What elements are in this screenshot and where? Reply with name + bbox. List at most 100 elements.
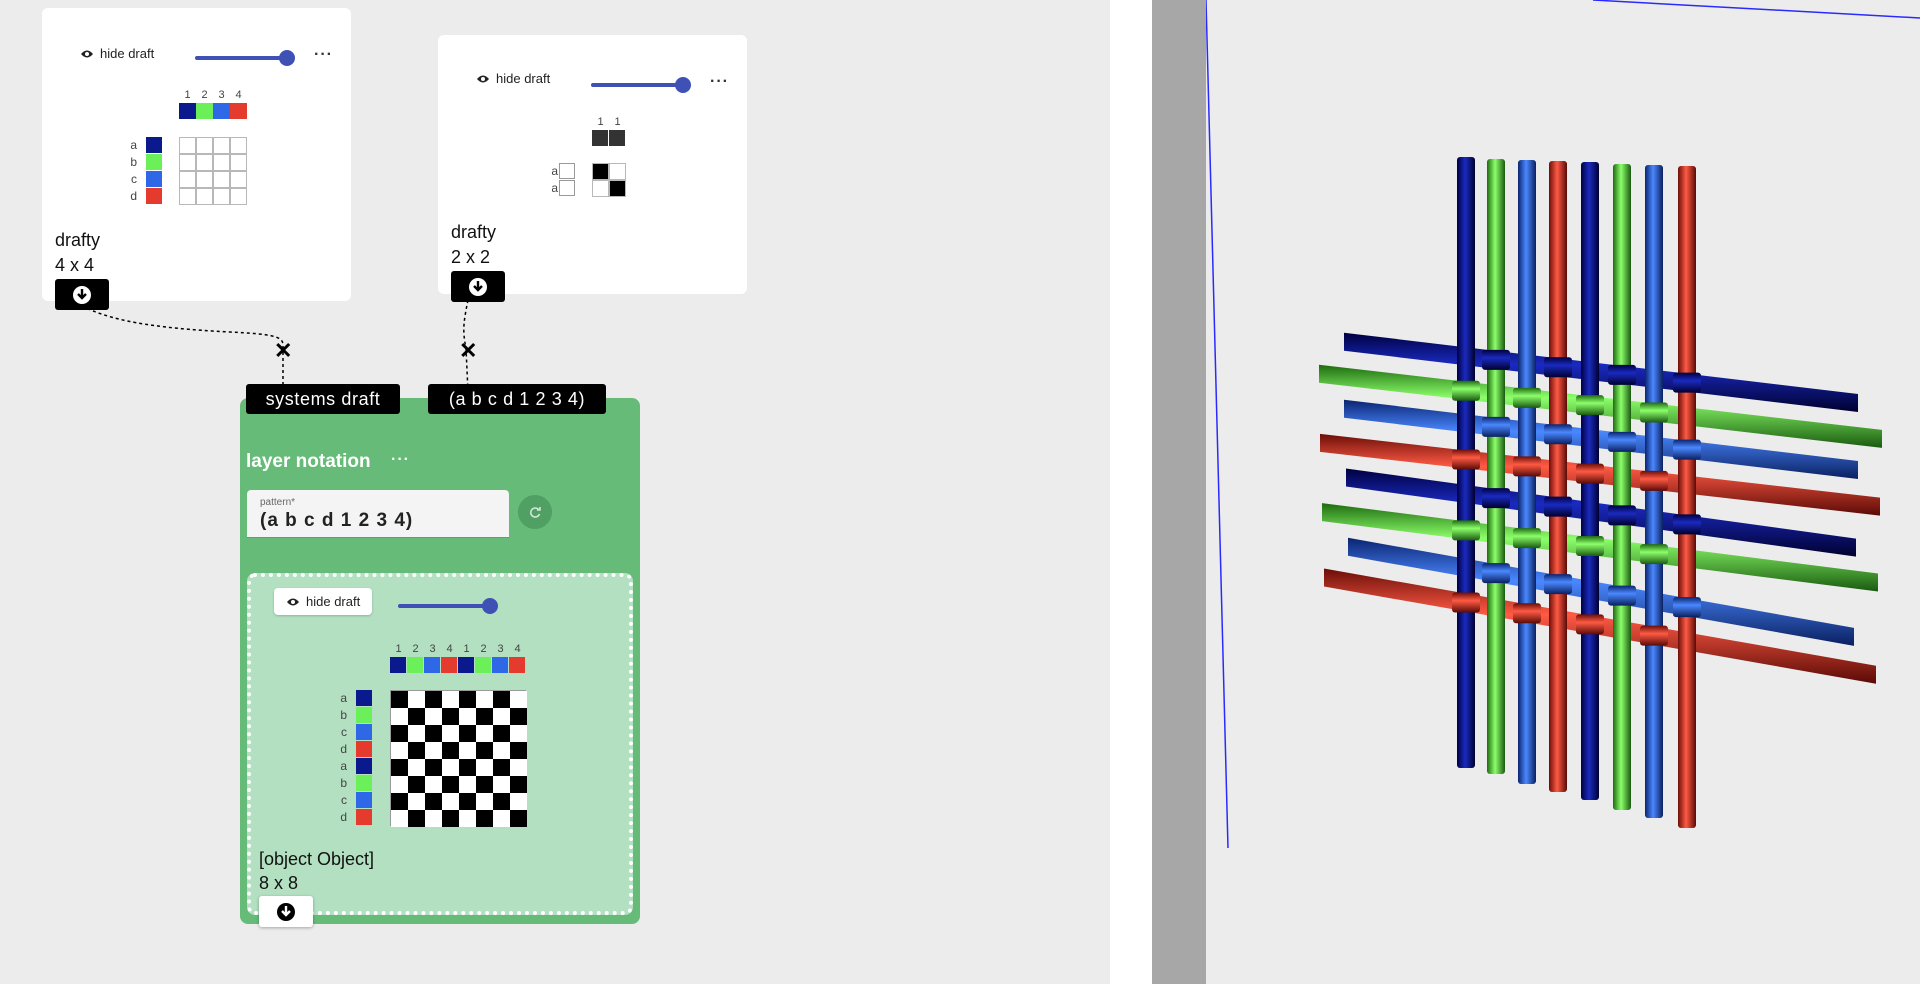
grid-cell[interactable] [510,708,527,725]
grid-cell[interactable] [476,810,493,827]
grid-cell[interactable] [442,759,459,776]
grid-cell[interactable] [459,810,476,827]
slider-knob[interactable] [482,598,498,614]
close-icon[interactable]: ✕ [459,340,477,362]
slider-knob[interactable] [675,77,691,93]
pattern-input[interactable]: pattern* (a b c d 1 2 3 4) [247,490,509,538]
grid-cell[interactable] [442,810,459,827]
grid-cell[interactable] [179,137,196,154]
grid-cell[interactable] [476,793,493,810]
grid-cell[interactable] [459,691,476,708]
grid-cell[interactable] [408,776,425,793]
weft-color-swatch[interactable] [356,707,372,723]
grid-cell[interactable] [230,171,247,188]
more-options-button[interactable]: ··· [710,73,729,91]
pattern-value[interactable]: (a b c d 1 2 3 4) [260,510,413,532]
grid-cell[interactable] [459,776,476,793]
grid-cell[interactable] [230,188,247,205]
grid-cell[interactable] [493,708,510,725]
weft-color-swatch[interactable] [356,690,372,706]
grid-cell[interactable] [510,742,527,759]
grid-cell[interactable] [408,793,425,810]
grid-cell[interactable] [442,708,459,725]
draft-card-2[interactable]: hide draft ··· 1 1 a a drafty 2 x 2 [438,35,747,294]
grid-cell[interactable] [213,154,230,171]
drawdown-grid[interactable] [390,690,527,827]
grid-cell[interactable] [408,759,425,776]
grid-cell[interactable] [476,691,493,708]
grid-cell[interactable] [196,137,213,154]
grid-cell[interactable] [391,810,408,827]
output-draft[interactable]: hide draft 12341234 abcdabcd [object Obj… [247,573,633,927]
weft-color-swatch[interactable] [146,188,162,204]
woven-structure-render[interactable] [1206,0,1920,984]
grid-cell[interactable] [493,793,510,810]
grid-cell[interactable] [391,759,408,776]
weft-color-swatch[interactable] [356,792,372,808]
grid-cell[interactable] [459,793,476,810]
warp-color-swatch[interactable] [509,657,525,673]
weft-color-swatch[interactable] [146,154,162,170]
grid-cell[interactable] [442,742,459,759]
grid-cell[interactable] [230,137,247,154]
grid-cell[interactable] [213,137,230,154]
weft-color-swatch[interactable] [356,758,372,774]
grid-cell[interactable] [442,691,459,708]
grid-cell[interactable] [408,708,425,725]
warp-color-swatch[interactable] [213,103,230,119]
grid-cell[interactable] [510,776,527,793]
grid-cell[interactable] [425,793,442,810]
grid-cell[interactable] [179,154,196,171]
draft-card-1[interactable]: hide draft ··· 1 2 3 4 a b c d drafty 4 … [42,8,351,301]
grid-cell[interactable] [476,725,493,742]
grid-cell[interactable] [493,742,510,759]
grid-cell[interactable] [459,759,476,776]
weft-color-swatch[interactable] [559,163,575,179]
warp-color-swatch[interactable] [196,103,213,119]
warp-color-swatch[interactable] [609,130,625,146]
hide-draft-button[interactable]: hide draft [274,588,373,615]
warp-color-swatch[interactable] [230,103,247,119]
download-button[interactable] [451,271,505,302]
grid-cell[interactable] [459,742,476,759]
grid-cell[interactable] [179,188,196,205]
grid-cell[interactable] [476,759,493,776]
draft-scale-slider[interactable] [591,77,691,93]
grid-cell[interactable] [476,708,493,725]
draft-scale-slider[interactable] [398,598,498,614]
grid-cell[interactable] [391,793,408,810]
warp-color-swatch[interactable] [407,657,423,673]
grid-cell[interactable] [493,759,510,776]
weft-color-swatch[interactable] [356,775,372,791]
weft-color-swatch[interactable] [356,741,372,757]
grid-cell[interactable] [425,759,442,776]
grid-cell[interactable] [391,708,408,725]
grid-cell[interactable] [230,154,247,171]
drawdown-grid[interactable] [179,137,247,205]
grid-cell[interactable] [493,725,510,742]
more-options-button[interactable]: ··· [314,46,333,64]
grid-cell[interactable] [391,776,408,793]
weft-color-swatch[interactable] [356,724,372,740]
grid-cell[interactable] [592,163,609,180]
grid-cell[interactable] [196,188,213,205]
grid-cell[interactable] [510,725,527,742]
inlet-systems-draft[interactable]: systems draft [246,384,400,414]
close-icon[interactable]: ✕ [274,340,292,362]
grid-cell[interactable] [391,742,408,759]
warp-color-swatch[interactable] [390,657,406,673]
grid-cell[interactable] [510,793,527,810]
weft-color-swatch[interactable] [146,137,162,153]
grid-cell[interactable] [476,742,493,759]
grid-cell[interactable] [391,725,408,742]
warp-color-swatch[interactable] [458,657,474,673]
grid-cell[interactable] [459,725,476,742]
grid-cell[interactable] [408,742,425,759]
grid-cell[interactable] [213,188,230,205]
warp-color-swatch[interactable] [592,130,608,146]
grid-cell[interactable] [408,725,425,742]
grid-cell[interactable] [196,171,213,188]
grid-cell[interactable] [493,691,510,708]
grid-cell[interactable] [459,708,476,725]
grid-cell[interactable] [442,793,459,810]
